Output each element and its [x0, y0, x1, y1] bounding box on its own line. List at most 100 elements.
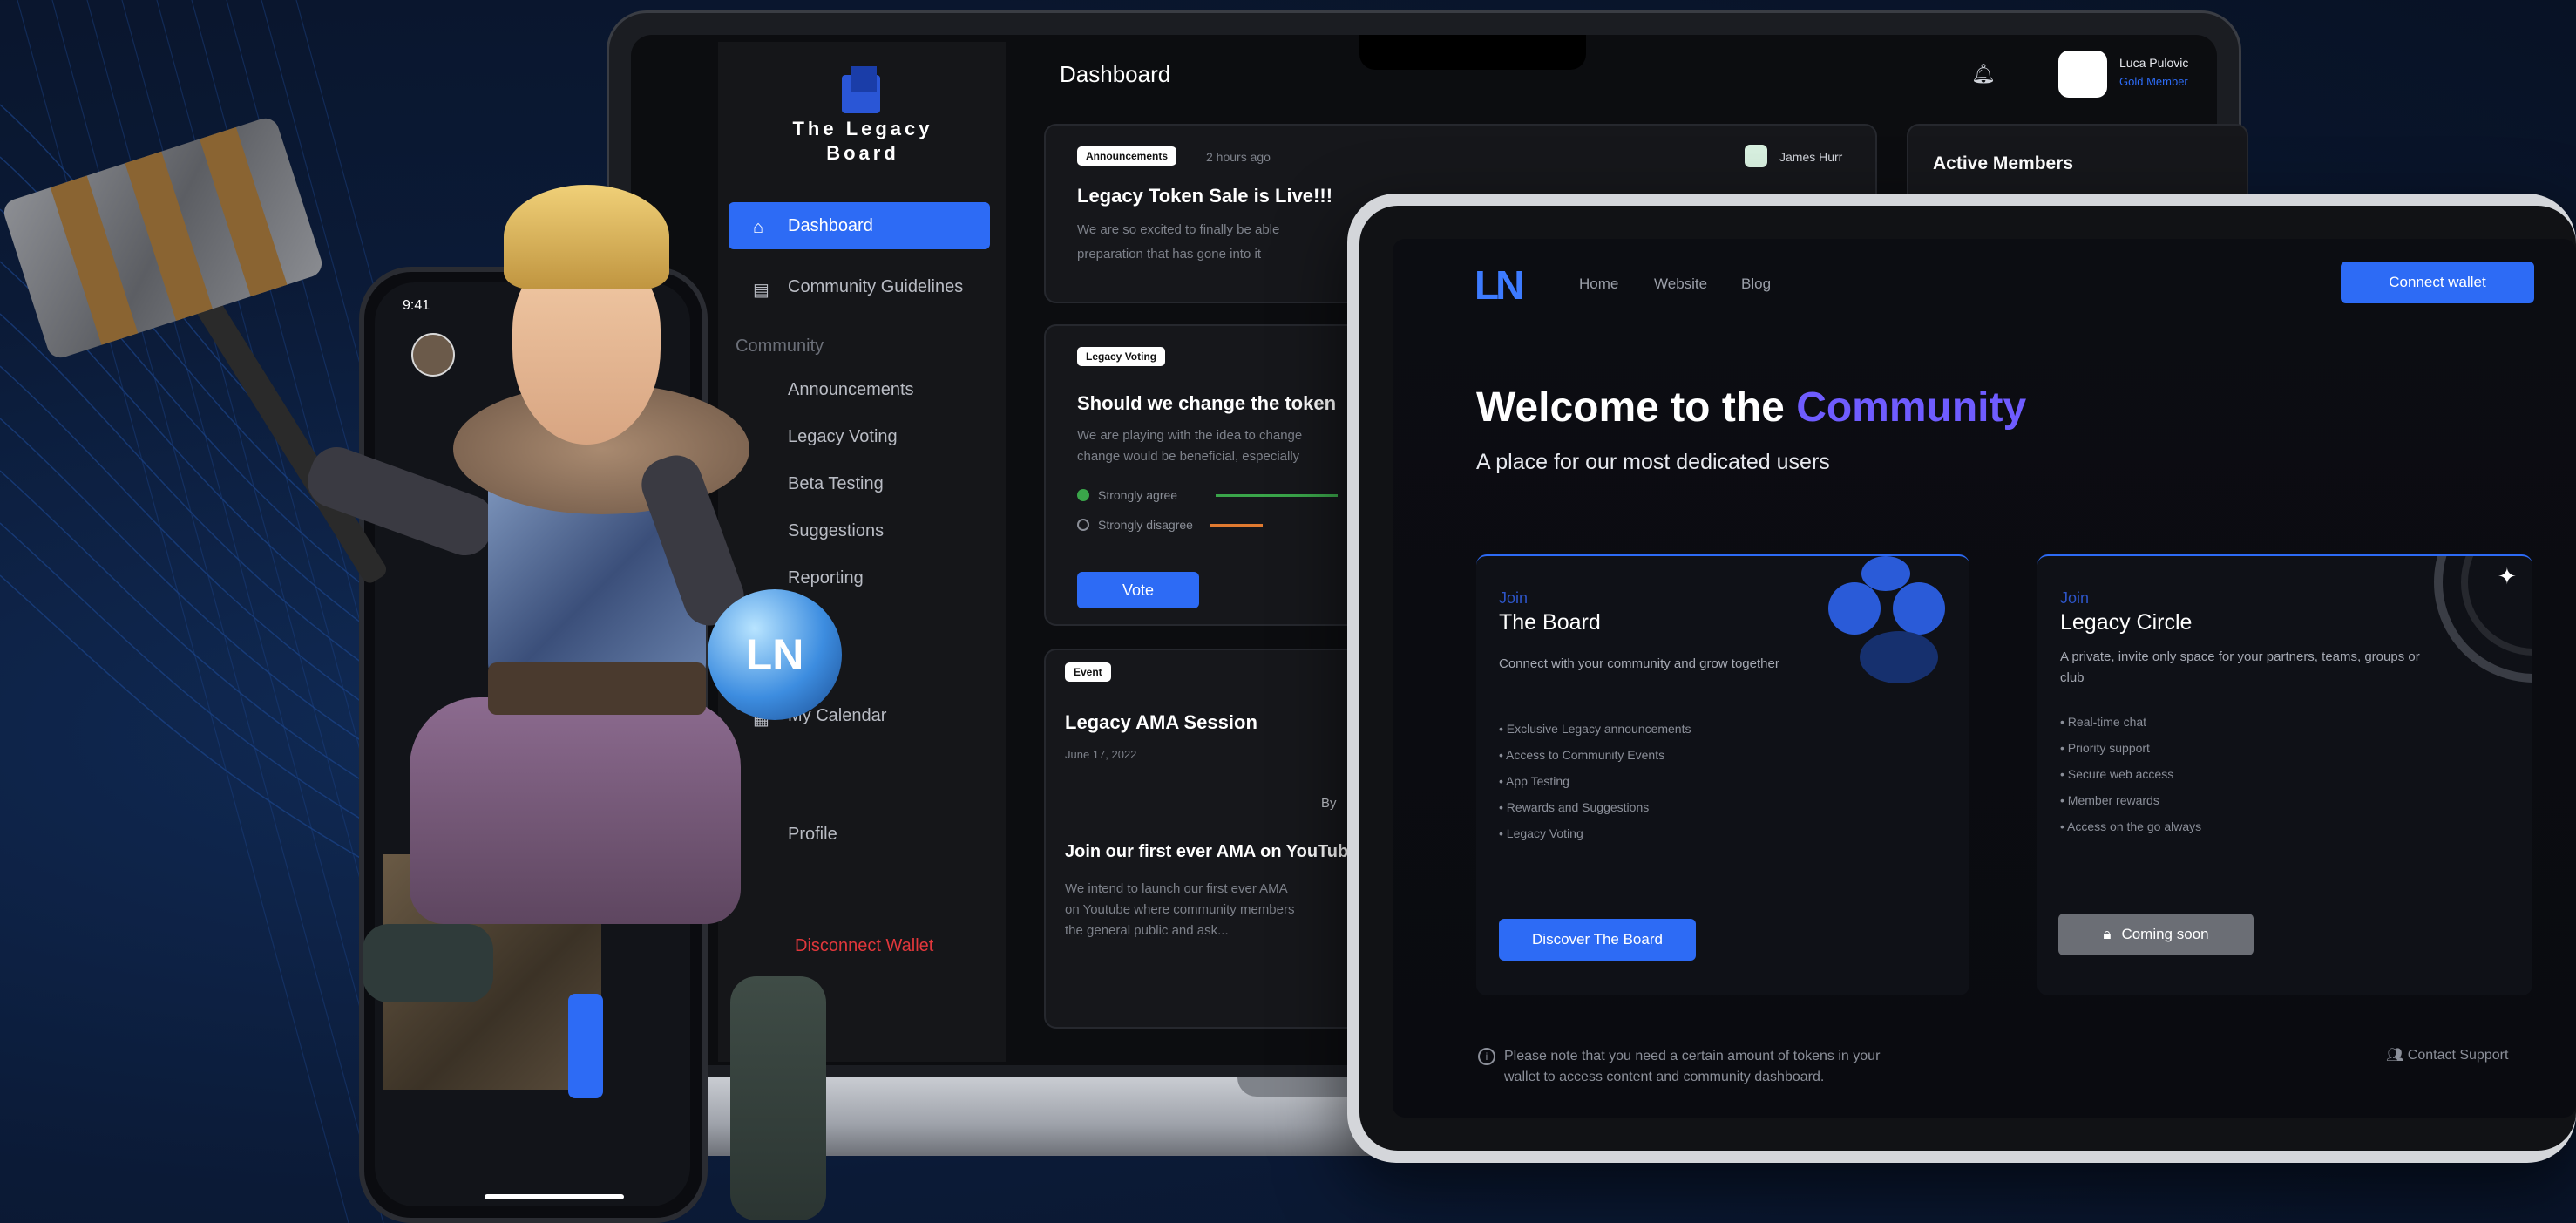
character-belt: [488, 662, 706, 715]
contact-support-label: Contact Support: [2407, 1048, 2509, 1063]
vote-option-agree[interactable]: Strongly agree: [1077, 488, 1339, 502]
vote-button[interactable]: Vote: [1077, 572, 1199, 608]
feature-item: • Legacy Voting: [1499, 826, 1583, 840]
card-title: Legacy Circle: [2060, 610, 2193, 635]
decorative-blob: [1893, 582, 1945, 635]
feature-item: • Exclusive Legacy announcements: [1499, 722, 1691, 736]
flask-icon: [753, 476, 769, 492]
connect-wallet-button[interactable]: Connect wallet: [2341, 262, 2534, 303]
tag-badge: Announcements: [1077, 146, 1177, 166]
author-name: James Hurr: [1779, 150, 1843, 164]
contact-support-link[interactable]: 👥︎ Contact Support: [2386, 1046, 2508, 1063]
vote-bar: [1210, 523, 1263, 527]
sidebar-item-dashboard[interactable]: ⌂ Dashboard: [729, 202, 990, 249]
join-label: Join: [2060, 589, 2090, 607]
vote-option-disagree[interactable]: Strongly disagree: [1077, 518, 1263, 532]
legacy-board-logo-icon: [842, 66, 880, 113]
megaphone-icon: [753, 382, 769, 397]
active-members-title: Active Members: [1933, 153, 2074, 173]
tag-badge: Legacy Voting: [1077, 347, 1166, 366]
coming-soon-button[interactable]: 🔒︎ Coming soon: [2058, 914, 2254, 955]
brand-name: The Legacy Board: [792, 118, 933, 164]
sidebar-item-community-guidelines[interactable]: ▤ Community Guidelines: [729, 263, 990, 310]
card-description: A private, invite only space for your pa…: [2060, 649, 2420, 685]
sidebar-item-label: Dashboard: [788, 215, 873, 235]
feature-item: • Rewards and Suggestions: [1499, 800, 1650, 814]
user-icon: [753, 826, 769, 842]
feature-item: • Real-time chat: [2060, 715, 2147, 729]
post-title: Legacy AMA Session: [1065, 711, 1257, 733]
sidebar-item-beta-testing[interactable]: Beta Testing: [729, 460, 990, 507]
status-time: 9:41: [403, 298, 430, 313]
card-description: Connect with your community and grow tog…: [1499, 656, 1779, 671]
post-text-line: We are so excited to finally be able: [1077, 222, 1280, 237]
post-text-line: change would be beneficial, especially: [1077, 449, 1300, 464]
vote-bar: [1216, 493, 1339, 497]
nav-website[interactable]: Website: [1654, 275, 1707, 293]
radio-icon: [1077, 519, 1089, 531]
sidebar-item-label: Profile: [788, 824, 837, 844]
post-title: Legacy Token Sale is Live!!!: [1077, 185, 1333, 207]
token-requirement-note: Please note that you need a certain amou…: [1504, 1049, 1881, 1084]
event-by: By: [1321, 796, 1337, 811]
hero-title-accent: Community: [1796, 384, 2027, 431]
hero-subtitle: A place for our most dedicated users: [1476, 450, 1830, 474]
support-icon: 👥︎: [2386, 1048, 2404, 1063]
post-title: Should we change the token: [1077, 392, 1337, 414]
ln-logo-icon[interactable]: LN: [1474, 262, 1524, 309]
decorative-blob: [1860, 631, 1938, 683]
sparkle-icon: ✦: [2498, 563, 2517, 589]
sidebar-item-label: Announcements: [788, 379, 914, 399]
info-icon: i: [1478, 1048, 1495, 1065]
avatar[interactable]: [411, 333, 455, 377]
nav-blog[interactable]: Blog: [1741, 275, 1771, 293]
sidebar-section-community: Community: [736, 336, 824, 356]
nav-home[interactable]: Home: [1579, 275, 1618, 293]
event-subtitle: Join our first ever AMA on YouTub: [1065, 842, 1349, 861]
feature-item: • Access to Community Events: [1499, 748, 1665, 762]
sidebar-item-profile[interactable]: Profile: [729, 811, 990, 858]
phone-scroll-panel[interactable]: [568, 994, 603, 1098]
home-icon: ⌂: [753, 218, 764, 237]
discover-board-button[interactable]: Discover The Board: [1499, 919, 1696, 961]
avatar[interactable]: [2058, 51, 2107, 98]
disconnect-wallet-button[interactable]: Disconnect Wallet: [795, 936, 933, 956]
sidebar-item-label: Suggestions: [788, 520, 885, 540]
sidebar-item-label: Legacy Voting: [788, 426, 898, 446]
sidebar-item-legacy-voting[interactable]: Legacy Voting: [729, 413, 990, 460]
feature-item: • App Testing: [1499, 774, 1569, 788]
bell-icon[interactable]: 🔔︎: [1971, 63, 1996, 85]
sidebar-item-announcements[interactable]: Announcements: [729, 366, 990, 413]
author-avatar: [1745, 145, 1767, 167]
decorative-blob: [1828, 582, 1881, 635]
user-role: Gold Member: [2119, 75, 2188, 88]
post-text-line: preparation that has gone into it: [1077, 247, 1261, 262]
home-indicator: [485, 1194, 624, 1199]
post-text-line: the general public and ask...: [1065, 923, 1229, 938]
vote-icon: [753, 429, 769, 445]
character-hair: [504, 185, 669, 289]
feature-item: • Secure web access: [2060, 767, 2174, 781]
page-title: Dashboard: [1060, 61, 1171, 87]
post-time: 2 hours ago: [1206, 150, 1271, 164]
feature-item: • Priority support: [2060, 741, 2150, 755]
feature-item: • Member rewards: [2060, 793, 2159, 807]
hero-title-text: Welcome to the: [1476, 384, 1785, 431]
card-title: The Board: [1499, 610, 1601, 635]
event-date: June 17, 2022: [1065, 748, 1137, 761]
lock-icon: 🔒︎: [2103, 926, 2112, 942]
sidebar-item-suggestions[interactable]: Suggestions: [729, 507, 990, 554]
post-text-line: on Youtube where community members: [1065, 902, 1295, 917]
book-icon: ▤: [753, 281, 769, 300]
laptop-notch: [1359, 35, 1586, 70]
flag-icon: [753, 570, 769, 586]
hero-title: Welcome to the Community: [1476, 384, 2026, 431]
character-boot: [363, 924, 493, 1002]
user-name: Luca Pulovic: [2119, 56, 2189, 70]
feature-item: • Access on the go always: [2060, 819, 2202, 833]
sidebar-item-label: Community Guidelines: [788, 276, 964, 296]
character-legs: [410, 697, 741, 924]
post-text-line: We are playing with the idea to change: [1077, 428, 1303, 443]
tag-badge: Event: [1065, 662, 1111, 682]
lightbulb-icon: [753, 523, 769, 539]
